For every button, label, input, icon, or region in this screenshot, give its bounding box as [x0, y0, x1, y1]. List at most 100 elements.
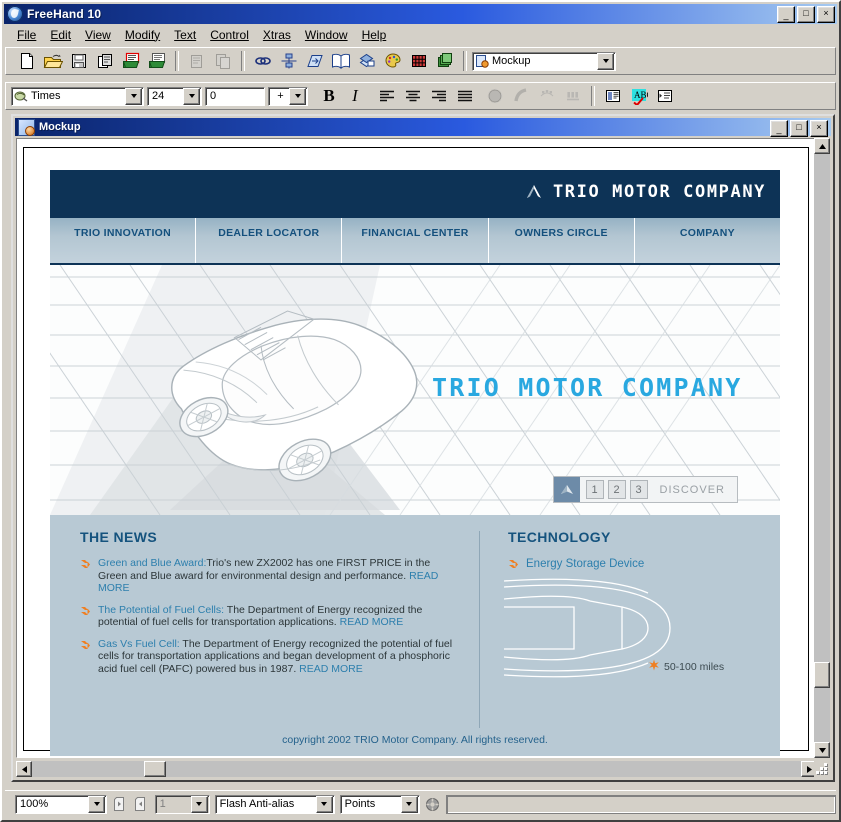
- vertical-scroll-thumb[interactable]: [814, 662, 830, 688]
- print-icon[interactable]: [93, 49, 117, 73]
- news-item-link[interactable]: The Potential of Fuel Cells:: [98, 604, 224, 616]
- pager-page-3[interactable]: 3: [629, 480, 648, 499]
- save-disk-icon[interactable]: [67, 49, 91, 73]
- chevron-down-icon[interactable]: [190, 795, 208, 813]
- minimize-button[interactable]: _: [777, 6, 795, 23]
- bold-button[interactable]: B: [317, 84, 341, 108]
- chevron-down-icon[interactable]: [400, 795, 418, 813]
- nav-item-company[interactable]: COMPANY: [635, 218, 780, 263]
- open-folder-icon[interactable]: [41, 49, 65, 73]
- menu-control[interactable]: Control: [203, 26, 256, 44]
- transform-icon[interactable]: [303, 49, 327, 73]
- technology-item-label[interactable]: Energy Storage Device: [526, 558, 644, 570]
- font-size-combo[interactable]: 24: [147, 86, 202, 106]
- pager-discover-label[interactable]: DISCOVER: [654, 477, 737, 502]
- nav-item-trio-innovation[interactable]: TRIO INNOVATION: [50, 218, 197, 263]
- nav-item-owners-circle[interactable]: OWNERS CIRCLE: [489, 218, 635, 263]
- copy-icon[interactable]: [211, 49, 235, 73]
- help-wheel-icon[interactable]: [425, 795, 441, 814]
- cut-icon[interactable]: [185, 49, 209, 73]
- new-document-icon[interactable]: [15, 49, 39, 73]
- car-topview-wireframe: [504, 578, 671, 678]
- horizontal-scroll-thumb[interactable]: [144, 761, 166, 777]
- attach-to-path-icon[interactable]: [509, 84, 533, 108]
- document-minimize-button[interactable]: _: [770, 120, 788, 137]
- news-item: The Potential of Fuel Cells: The Departm…: [80, 604, 462, 629]
- italic-button[interactable]: I: [343, 84, 367, 108]
- zoom-combo[interactable]: 100%: [15, 794, 107, 814]
- chevron-down-icon[interactable]: [289, 87, 306, 105]
- resize-grip[interactable]: [814, 761, 830, 777]
- page-number-field[interactable]: 1: [154, 794, 210, 814]
- document-combo[interactable]: Mockup: [472, 51, 616, 71]
- links-icon[interactable]: [251, 49, 275, 73]
- minimize-icon: _: [776, 124, 782, 134]
- news-read-more-link[interactable]: READ MORE: [340, 616, 404, 628]
- font-combo[interactable]: Times: [11, 86, 144, 106]
- align-center-icon[interactable]: [401, 84, 425, 108]
- previous-page-icon[interactable]: [112, 795, 128, 814]
- chevron-down-icon[interactable]: [597, 52, 614, 70]
- text-wrap-icon[interactable]: [483, 84, 507, 108]
- menu-window[interactable]: Window: [298, 26, 355, 44]
- page-number-value: 1: [159, 798, 166, 810]
- nav-item-dealer-locator[interactable]: DEALER LOCATOR: [196, 218, 343, 263]
- mockup-logo[interactable]: TRIO MOTOR COMPANY: [524, 182, 766, 202]
- vertical-scrollbar[interactable]: [814, 138, 830, 758]
- antialias-combo[interactable]: Flash Anti-alias: [214, 794, 335, 814]
- canvas-area[interactable]: TRIO MOTOR COMPANY TRIO INNOVATION DEALE…: [16, 138, 817, 758]
- leading-field[interactable]: 0: [205, 86, 265, 106]
- align-right-icon[interactable]: [427, 84, 451, 108]
- nav-item-financial-center[interactable]: FINANCIAL CENTER: [342, 218, 489, 263]
- spell-check-icon[interactable]: ABC: [627, 84, 651, 108]
- import-icon[interactable]: [119, 49, 143, 73]
- export-icon[interactable]: [145, 49, 169, 73]
- pager-page-1[interactable]: 1: [585, 480, 604, 499]
- news-read-more-link[interactable]: READ MORE: [299, 663, 363, 675]
- menu-view[interactable]: View: [78, 26, 118, 44]
- align-justify-icon[interactable]: [453, 84, 477, 108]
- menu-edit[interactable]: Edit: [43, 26, 78, 44]
- text-columns-icon[interactable]: [601, 84, 625, 108]
- pager-home-button[interactable]: [553, 477, 580, 502]
- document-maximize-button[interactable]: □: [790, 120, 808, 137]
- flow-inside-path-icon[interactable]: [535, 84, 559, 108]
- align-left-icon[interactable]: [375, 84, 399, 108]
- scroll-left-button[interactable]: [16, 761, 32, 777]
- grid-icon[interactable]: [407, 49, 431, 73]
- next-page-icon[interactable]: [133, 795, 149, 814]
- menu-help[interactable]: Help: [355, 26, 394, 44]
- scroll-up-button[interactable]: [814, 138, 830, 154]
- scroll-down-button[interactable]: [814, 742, 830, 758]
- menu-xtras[interactable]: Xtras: [256, 26, 298, 44]
- antialias-value: Flash Anti-alias: [219, 798, 295, 810]
- menu-control-label: Control: [210, 27, 249, 42]
- menu-modify[interactable]: Modify: [118, 26, 167, 44]
- horizontal-scrollbar[interactable]: [16, 761, 817, 777]
- text-indent-icon[interactable]: [653, 84, 677, 108]
- library-icon[interactable]: [329, 49, 353, 73]
- status-bar: 100% 1 Flash Anti-alias Points: [5, 790, 836, 817]
- layers-panel-icon[interactable]: [355, 49, 379, 73]
- menu-text[interactable]: Text: [167, 26, 203, 44]
- news-item-link[interactable]: Gas Vs Fuel Cell:: [98, 638, 180, 650]
- color-palette-icon[interactable]: [381, 49, 405, 73]
- news-item-link[interactable]: Green and Blue Award:: [98, 557, 206, 569]
- maximize-button[interactable]: □: [797, 6, 815, 23]
- convert-to-paths-icon[interactable]: [561, 84, 585, 108]
- pager-page-2[interactable]: 2: [607, 480, 626, 499]
- menu-file[interactable]: File: [10, 26, 43, 44]
- pages-icon[interactable]: [433, 49, 457, 73]
- chevron-down-icon[interactable]: [88, 795, 105, 813]
- close-button[interactable]: ×: [817, 6, 835, 23]
- leading-mode-combo[interactable]: +: [268, 86, 308, 106]
- chevron-down-icon[interactable]: [315, 795, 333, 813]
- chevron-down-icon[interactable]: [183, 87, 200, 105]
- document-window-controls: _ □ ×: [770, 120, 828, 137]
- align-icon[interactable]: [277, 49, 301, 73]
- menu-file-label: File: [17, 27, 37, 42]
- chevron-down-icon[interactable]: [125, 87, 142, 105]
- document-close-button[interactable]: ×: [810, 120, 828, 137]
- orange-star-icon: [648, 659, 660, 674]
- units-combo[interactable]: Points: [339, 794, 420, 814]
